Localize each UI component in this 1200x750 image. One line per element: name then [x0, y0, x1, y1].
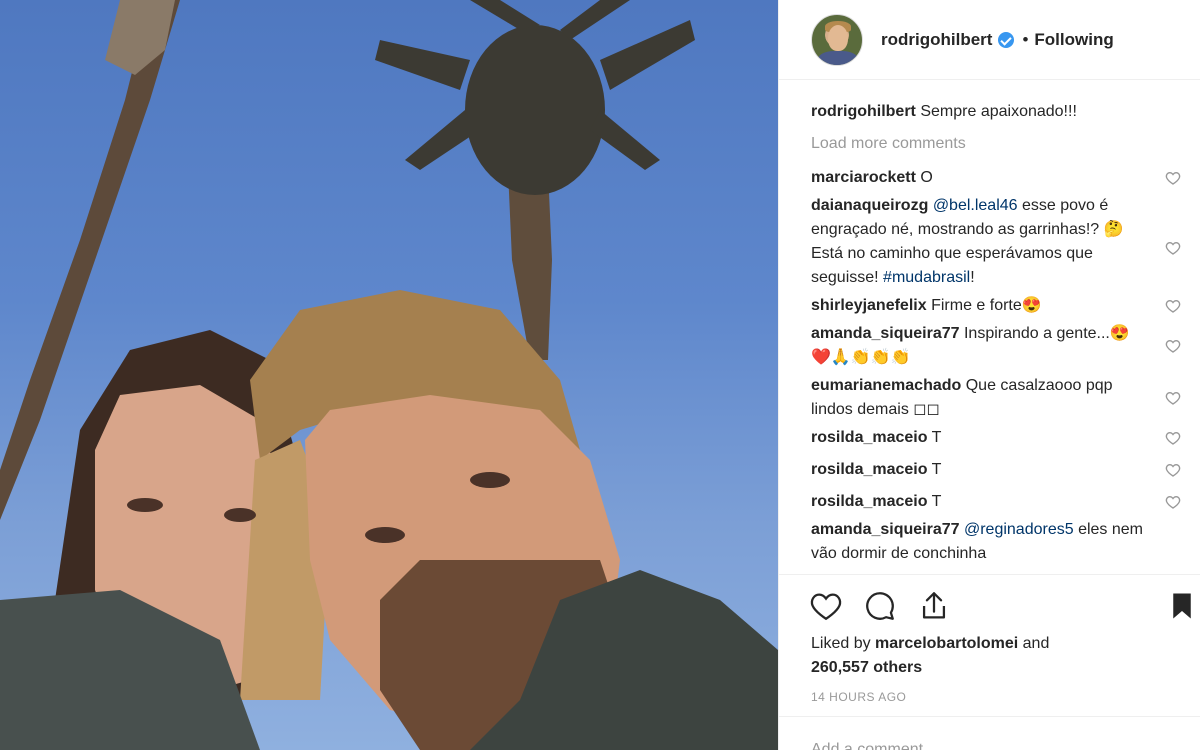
liked-by-user[interactable]: marcelobartolomei	[875, 635, 1018, 652]
likes-summary: Liked by marcelobartolomei and 260,557 o…	[811, 632, 1049, 680]
comment-text: T	[931, 461, 942, 478]
man-right-eye	[470, 472, 510, 488]
heart-icon[interactable]	[1165, 390, 1181, 406]
share-icon[interactable]	[917, 589, 951, 623]
comment-hashtag[interactable]: #mudabrasil	[883, 269, 970, 286]
caption-username[interactable]: rodrigohilbert	[811, 103, 916, 120]
comment-row: daianaqueirozg @bel.leal46 esse povo é e…	[811, 194, 1181, 290]
comment-text: Firme e forte😍	[931, 297, 1042, 314]
comment-username[interactable]: amanda_siqueira77	[811, 325, 960, 342]
comment-username[interactable]: daianaqueirozg	[811, 197, 928, 214]
avatar[interactable]	[811, 13, 863, 66]
heart-icon[interactable]	[1165, 338, 1181, 354]
heart-icon[interactable]	[1165, 430, 1181, 446]
comment-username[interactable]: shirleyjanefelix	[811, 297, 927, 314]
woman-left-eye	[127, 498, 163, 512]
comment-username[interactable]: rosilda_maceio	[811, 429, 928, 446]
left-palm-top	[105, 0, 175, 75]
comment-text-tail: !	[970, 269, 975, 286]
heart-icon[interactable]	[1165, 170, 1181, 186]
post-header: rodrigohilbert • Following	[779, 0, 1200, 80]
comment-mention[interactable]: @reginadores5	[964, 521, 1074, 538]
comment-username[interactable]: marciarockett	[811, 169, 916, 186]
comment-username[interactable]: eumarianemachado	[811, 377, 961, 394]
post-photo[interactable]	[0, 0, 778, 750]
comment-username[interactable]: rosilda_maceio	[811, 461, 928, 478]
comment-username[interactable]: amanda_siqueira77	[811, 521, 960, 538]
load-more-comments-button[interactable]: Load more comments	[811, 132, 1181, 156]
heart-icon[interactable]	[809, 589, 843, 623]
comment-bubble-icon[interactable]	[863, 589, 897, 623]
comment-row: rosilda_maceio T	[811, 426, 1181, 450]
heart-icon[interactable]	[1165, 240, 1181, 256]
bookmark-icon[interactable]	[1167, 589, 1197, 623]
heart-icon[interactable]	[1165, 462, 1181, 478]
comment-row: amanda_siqueira77 @reginadores5 eles nem…	[811, 518, 1181, 566]
man-left-eye	[365, 527, 405, 543]
following-button[interactable]: Following	[1034, 30, 1113, 50]
post-side-panel: rodrigohilbert • Following rodrigohilber…	[778, 0, 1200, 750]
comment-row: eumarianemachado Que casalzaooo pqp lind…	[811, 374, 1181, 422]
heart-icon[interactable]	[1165, 298, 1181, 314]
comment-text: T	[931, 429, 942, 446]
liked-by-and: and	[1022, 635, 1050, 652]
comment-text: T	[931, 493, 942, 510]
comment-row: marciarockett O	[811, 166, 1181, 190]
comment-username[interactable]: rosilda_maceio	[811, 493, 928, 510]
woman-right-eye	[224, 508, 256, 522]
header-username[interactable]: rodrigohilbert	[881, 30, 992, 50]
heart-icon[interactable]	[1165, 494, 1181, 510]
caption: rodrigohilbert Sempre apaixonado!!!	[811, 100, 1181, 124]
likes-count[interactable]: 260,557 others	[811, 659, 922, 676]
add-comment-input[interactable]: Add a comment...	[779, 716, 1200, 750]
comment-row: amanda_siqueira77 Inspirando a gente...😍…	[811, 322, 1181, 370]
right-palm-fronds	[375, 0, 695, 195]
comment-row: shirleyjanefelix Firme e forte😍	[811, 294, 1181, 318]
post-timestamp[interactable]: 14 HOURS AGO	[811, 690, 906, 704]
liked-by-prefix: Liked by	[811, 635, 871, 652]
photo-illustration	[0, 0, 778, 750]
comment-mention[interactable]: @bel.leal46	[933, 197, 1018, 214]
caption-text: Sempre apaixonado!!!	[920, 103, 1077, 120]
comment-row: rosilda_maceio T	[811, 458, 1181, 482]
comment-text: O	[920, 169, 933, 186]
verified-badge-icon	[998, 31, 1015, 48]
comments-list[interactable]: rodrigohilbert Sempre apaixonado!!! Load…	[811, 100, 1181, 574]
post-actions-bar	[779, 574, 1200, 634]
header-separator: •	[1022, 29, 1029, 49]
comment-row: rosilda_maceio T	[811, 490, 1181, 514]
